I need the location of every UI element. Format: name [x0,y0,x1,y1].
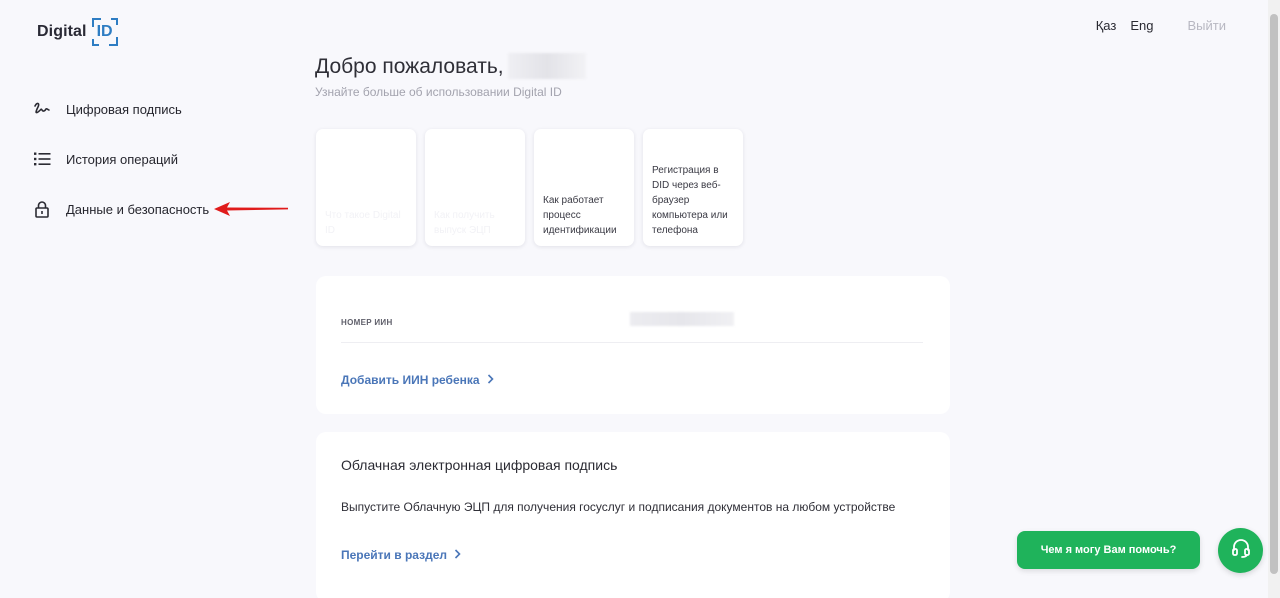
iin-value-redacted [630,312,734,326]
cloud-signature-card: Облачная электронная цифровая подпись Вы… [316,432,950,598]
go-to-section-link[interactable]: Перейти в раздел [341,547,461,562]
list-icon [33,150,51,168]
iin-card: НОМЕР ИИН Добавить ИИН ребенка [316,276,950,414]
chevron-right-icon [487,372,494,387]
lang-kz-link[interactable]: Қаз [1096,18,1117,33]
logo-text: Digital [37,23,87,40]
tile-label: Что такое Digital ID [325,210,401,236]
tile-label: Как получить выпуск ЭЦП [434,210,495,236]
help-chat-bubble[interactable]: Чем я могу Вам помочь? [1017,531,1200,569]
tile-label: Как работает процесс идентификации [543,195,617,236]
link-label: Добавить ИИН ребенка [341,372,480,387]
header-actions: Қаз Eng Выйти [1096,18,1226,33]
add-child-iin-link[interactable]: Добавить ИИН ребенка [341,372,494,387]
sidebar: Цифровая подпись История операций Данные… [33,96,209,246]
headset-icon [1230,537,1252,564]
welcome-text: Добро пожаловать, [315,55,504,78]
lang-en-link[interactable]: Eng [1130,18,1153,33]
page-scrollbar[interactable] [1268,0,1280,598]
info-tile[interactable]: Регистрация в DID через веб-браузер комп… [643,129,743,246]
tile-label: Регистрация в DID через веб-браузер комп… [652,165,728,236]
logo-id-text: ID [96,23,113,40]
scrollbar-thumb[interactable] [1270,14,1278,574]
info-tile[interactable]: Как получить выпуск ЭЦП [425,129,525,246]
cloud-card-description: Выпустите Облачную ЭЦП для получения гос… [341,500,896,514]
sidebar-item-data-security[interactable]: Данные и безопасность [33,196,209,222]
sidebar-item-digital-signature[interactable]: Цифровая подпись [33,96,209,122]
logout-link[interactable]: Выйти [1188,18,1227,33]
info-tile[interactable]: Как работает процесс идентификации [534,129,634,246]
signature-icon [33,100,51,118]
info-tiles: Что такое Digital ID Как получить выпуск… [316,129,743,246]
lock-icon [33,200,51,218]
cloud-card-title: Облачная электронная цифровая подпись [341,457,618,473]
annotation-arrow-icon [214,202,288,216]
sidebar-item-label: История операций [66,151,178,167]
link-label: Перейти в раздел [341,547,448,562]
iin-label: НОМЕР ИИН [341,318,393,327]
info-tile[interactable]: Что такое Digital ID [316,129,416,246]
page-subtitle: Узнайте больше об использовании Digital … [315,85,562,99]
logo[interactable]: Digital ID [37,18,118,46]
page-title: Добро пожаловать, [315,53,586,79]
divider [341,342,923,343]
sidebar-item-history[interactable]: История операций [33,146,209,172]
logo-id-mark: ID [91,18,118,46]
help-chat-button[interactable] [1218,528,1263,573]
sidebar-item-label: Данные и безопасность [66,201,210,217]
chevron-right-icon [454,547,461,562]
user-name-redacted [507,53,586,79]
sidebar-item-label: Цифровая подпись [66,101,182,117]
